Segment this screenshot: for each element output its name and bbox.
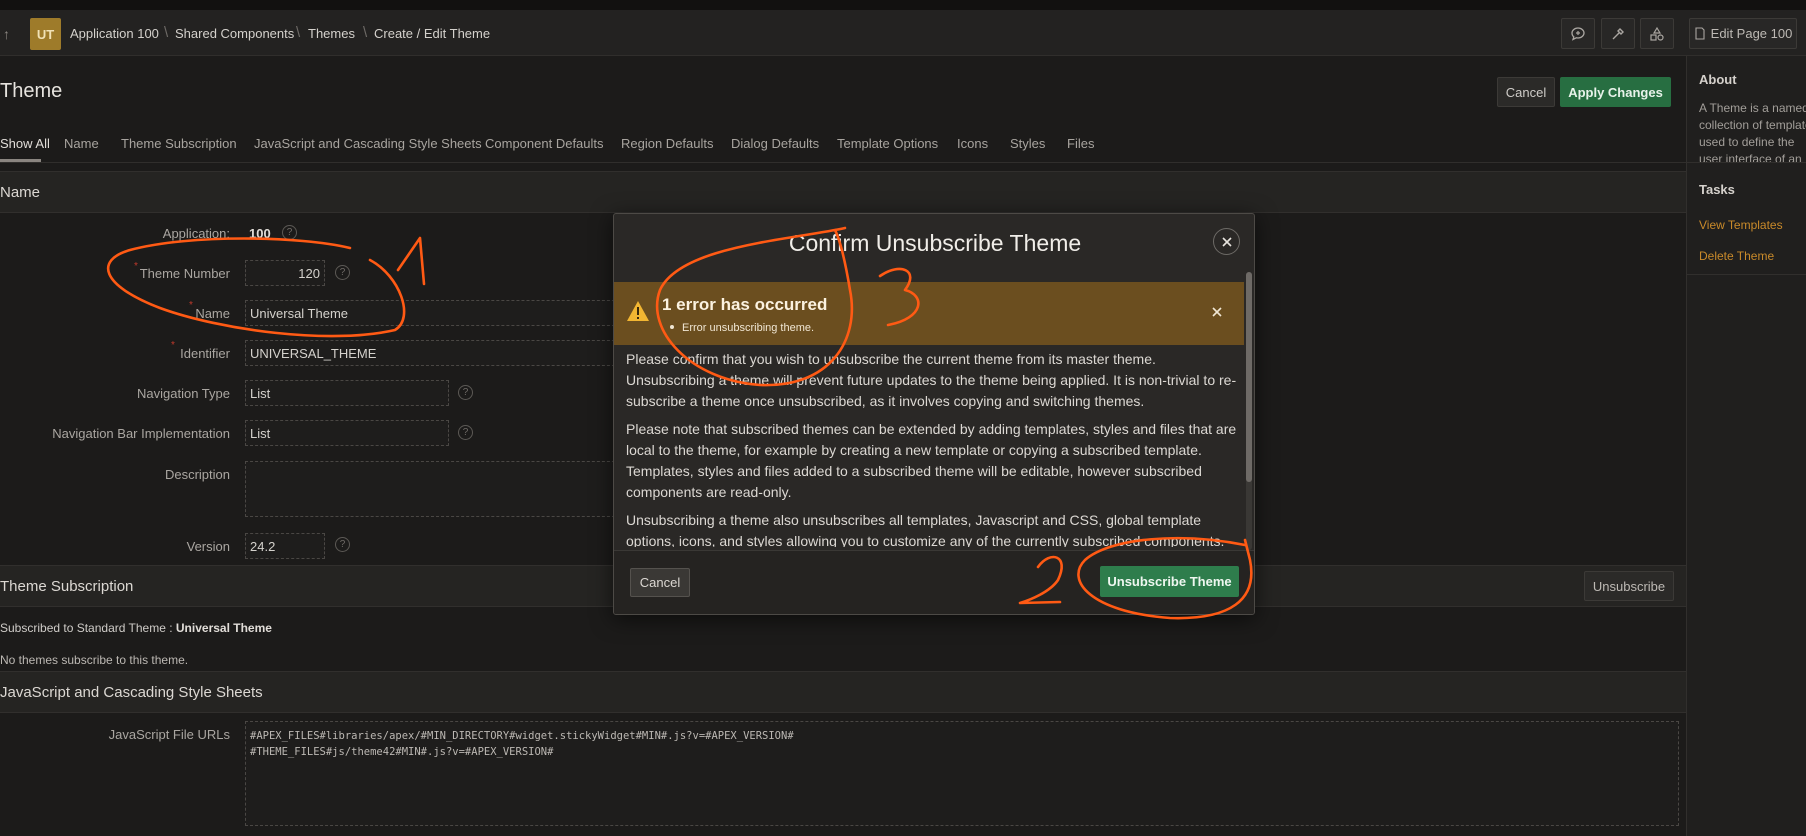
js-region-header: JavaScript and Cascading Style Sheets: [0, 671, 1686, 713]
tab-dialog-defaults[interactable]: Dialog Defaults: [731, 136, 819, 151]
version-label: Version: [186, 539, 230, 554]
app-badge[interactable]: UT: [30, 18, 61, 50]
comment-button[interactable]: [1561, 18, 1595, 49]
wrench-icon: [1612, 27, 1624, 39]
about-text: A Theme is a named collection of templat…: [1699, 101, 1806, 166]
tab-theme-subscription[interactable]: Theme Subscription: [121, 136, 237, 151]
edit-page-button[interactable]: Edit Page 100: [1689, 18, 1797, 49]
subscribed-theme: Universal Theme: [175, 621, 272, 635]
tasks-heading: Tasks: [1699, 182, 1735, 197]
close-icon: [1221, 236, 1232, 247]
theme-number-label: Theme Number: [139, 266, 230, 281]
breadcrumb-shared-components[interactable]: Shared Components: [175, 26, 294, 41]
annotation-number-1: [396, 236, 426, 286]
delete-theme-link[interactable]: Delete Theme: [1699, 249, 1774, 263]
top-strip: [0, 0, 1806, 10]
tab-icons[interactable]: Icons: [957, 136, 988, 151]
tab-template-options[interactable]: Template Options: [837, 136, 938, 151]
unsubscribe-theme-button[interactable]: Unsubscribe Theme: [1100, 566, 1239, 597]
help-icon[interactable]: ?: [335, 537, 350, 552]
tab-name[interactable]: Name: [64, 136, 99, 151]
apply-changes-button[interactable]: Apply Changes: [1560, 77, 1671, 107]
help-icon[interactable]: ?: [335, 265, 350, 280]
breadcrumb-separator: \: [164, 24, 169, 41]
name-region-title: Name: [0, 184, 41, 201]
navigation-type-label: Navigation Type: [137, 386, 230, 401]
breadcrumb-create-edit-theme[interactable]: Create / Edit Theme: [374, 26, 490, 41]
alert-message: Error unsubscribing theme.: [682, 322, 815, 334]
application-label: Application:: [162, 226, 230, 241]
dialog-title: Confirm Unsubscribe Theme: [788, 230, 1082, 256]
dialog-paragraph: Please note that subscribed themes can b…: [626, 421, 1237, 500]
version-field[interactable]: 24.2: [245, 533, 325, 559]
navigation-bar-label: Navigation Bar Implementation: [52, 426, 230, 441]
dialog-cancel-button[interactable]: Cancel: [630, 568, 690, 597]
js-file-urls-label: JavaScript File URLs: [108, 727, 230, 742]
dialog-paragraph: Unsubscribing a theme also unsubscribes …: [626, 512, 1225, 547]
warning-icon: [627, 301, 649, 321]
shapes-icon: [1650, 26, 1664, 41]
subscribed-text: Subscribed to Standard Theme : Universal…: [0, 621, 272, 635]
tabs-divider: [0, 162, 1686, 163]
breadcrumb-separator: \: [296, 24, 301, 41]
dialog-footer: Cancel Unsubscribe Theme: [614, 550, 1254, 614]
help-icon[interactable]: ?: [458, 385, 473, 400]
up-arrow-icon[interactable]: ↑: [3, 26, 10, 42]
tab-component-defaults[interactable]: Component Defaults: [485, 136, 604, 151]
alert-close-icon[interactable]: [1211, 306, 1223, 318]
about-heading: About: [1699, 72, 1737, 87]
comment-icon: [1571, 26, 1585, 41]
breadcrumb-themes[interactable]: Themes: [308, 26, 355, 41]
dialog-scrollbar-thumb[interactable]: [1246, 272, 1252, 482]
application-value: 100: [249, 226, 271, 241]
help-icon[interactable]: ?: [458, 425, 473, 440]
description-label: Description: [164, 467, 230, 482]
subscription-region-title: Theme Subscription: [0, 578, 134, 595]
unsubscribe-button[interactable]: Unsubscribe: [1584, 571, 1674, 601]
active-tab-indicator: [0, 159, 41, 162]
dialog-paragraph: Please confirm that you wish to unsubscr…: [626, 351, 1237, 409]
name-region-header: Name: [0, 171, 1686, 213]
theme-number-field[interactable]: 120: [245, 260, 325, 286]
no-subscribers-text: No themes subscribe to this theme.: [0, 653, 189, 667]
identifier-label: Identifier: [180, 346, 230, 361]
breadcrumb-application[interactable]: Application 100: [70, 26, 159, 41]
view-templates-link[interactable]: View Templates: [1699, 218, 1783, 232]
tab-files[interactable]: Files: [1067, 136, 1094, 151]
dialog-close-button[interactable]: [1213, 228, 1240, 255]
js-url-line: #THEME_FILES#js/theme42#MIN#.js?v=#APEX_…: [250, 746, 554, 758]
name-label: Name: [195, 306, 230, 321]
alert-bullet: [670, 325, 674, 329]
identifier-field[interactable]: UNIVERSAL_THEME: [245, 340, 625, 366]
navigation-type-select[interactable]: List: [245, 380, 449, 406]
error-alert: 1 error has occurred Error unsubscribing…: [614, 282, 1244, 345]
dialog-body: Please confirm that you wish to unsubscr…: [626, 349, 1238, 547]
tab-region-defaults[interactable]: Region Defaults: [621, 136, 714, 151]
confirm-unsubscribe-dialog: Confirm Unsubscribe Theme 1 error has oc…: [613, 213, 1255, 615]
sidebar-divider: [1687, 162, 1806, 163]
right-sidebar: About A Theme is a named collection of t…: [1686, 56, 1806, 836]
tab-javascript-css[interactable]: JavaScript and Cascading Style Sheets: [254, 136, 482, 151]
cancel-button[interactable]: Cancel: [1497, 77, 1555, 107]
name-field[interactable]: Universal Theme: [245, 300, 625, 326]
subscribed-prefix: Subscribed to Standard Theme :: [0, 621, 176, 635]
sidebar-divider: [1687, 274, 1806, 275]
tab-show-all[interactable]: Show All: [0, 136, 50, 151]
js-file-urls-field[interactable]: #APEX_FILES#libraries/apex/#MIN_DIRECTOR…: [245, 721, 1679, 826]
page-icon: [1695, 27, 1705, 40]
page-title: Theme: [0, 80, 63, 102]
navigation-bar-select[interactable]: List: [245, 420, 449, 446]
edit-page-label: Edit Page 100: [1710, 26, 1793, 41]
breadcrumb-separator: \: [363, 24, 368, 41]
shared-components-button[interactable]: [1640, 18, 1674, 49]
help-icon[interactable]: ?: [282, 225, 297, 240]
js-region-title: JavaScript and Cascading Style Sheets: [0, 684, 263, 701]
tab-styles[interactable]: Styles: [1010, 136, 1045, 151]
description-field[interactable]: [245, 461, 625, 517]
alert-title: 1 error has occurred: [662, 295, 828, 314]
utilities-button[interactable]: [1601, 18, 1635, 49]
js-url-line: #APEX_FILES#libraries/apex/#MIN_DIRECTOR…: [250, 730, 794, 742]
